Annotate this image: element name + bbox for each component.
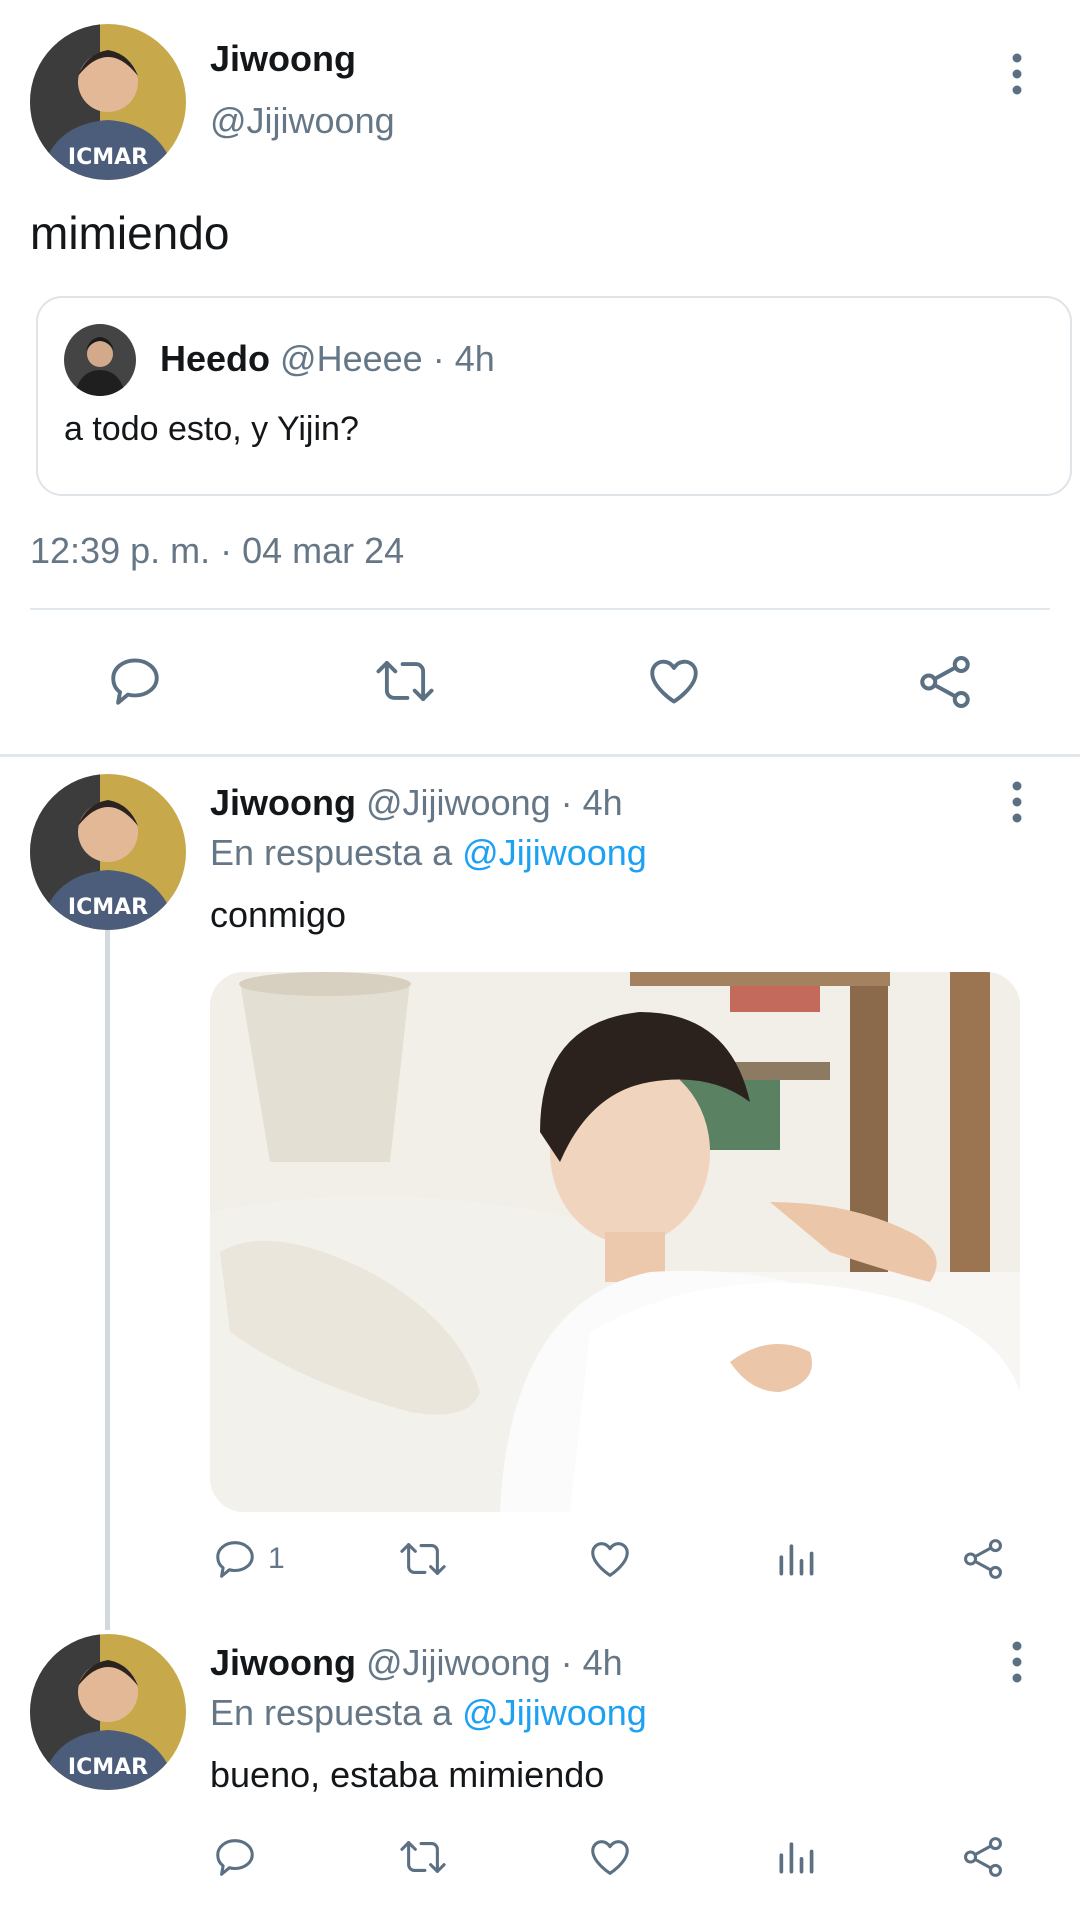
section-divider — [0, 754, 1080, 757]
like-icon[interactable] — [644, 652, 704, 710]
reply-context: En respuesta a — [210, 832, 453, 873]
analytics-icon[interactable] — [774, 1536, 818, 1582]
quoted-text: a todo esto, y Yijin? — [64, 410, 359, 448]
author-handle[interactable]: @Jijiwoong — [366, 1642, 551, 1683]
reply-icon[interactable] — [212, 1536, 258, 1582]
tweet-text: bueno, estaba mimiendo — [210, 1754, 605, 1795]
author-name[interactable]: Jiwoong — [210, 38, 356, 80]
tweet-media-image[interactable] — [210, 972, 1020, 1512]
share-icon[interactable] — [960, 1834, 1006, 1880]
quoted-author-handle[interactable]: @Heeee — [280, 338, 423, 379]
avatar[interactable]: ICMAR — [30, 24, 186, 180]
more-options-icon[interactable] — [1002, 52, 1032, 100]
reply-context: En respuesta a — [210, 1692, 453, 1733]
quoted-avatar[interactable] — [64, 324, 136, 396]
reply-to-link[interactable]: @Jijiwoong — [462, 1692, 647, 1733]
svg-text:ICMAR: ICMAR — [68, 145, 148, 170]
avatar[interactable]: ICMAR — [30, 1634, 186, 1790]
tweet-timestamp: 12:39 p. m. · 04 mar 24 — [30, 530, 405, 571]
quoted-author-name[interactable]: Heedo — [160, 338, 270, 379]
tweet-time: · 4h — [560, 1642, 623, 1683]
avatar[interactable]: ICMAR — [30, 774, 186, 930]
like-icon[interactable] — [586, 1536, 634, 1582]
divider — [30, 608, 1050, 610]
author-name[interactable]: Jiwoong — [210, 782, 356, 823]
reply-count: 1 — [268, 1542, 285, 1575]
retweet-icon[interactable] — [396, 1834, 450, 1880]
author-handle[interactable]: @Jijiwoong — [366, 782, 551, 823]
retweet-icon[interactable] — [372, 652, 438, 710]
analytics-icon[interactable] — [774, 1834, 818, 1880]
retweet-icon[interactable] — [396, 1536, 450, 1582]
share-icon[interactable] — [960, 1536, 1006, 1582]
reply-icon[interactable] — [106, 652, 164, 710]
like-icon[interactable] — [586, 1834, 634, 1880]
author-handle[interactable]: @Jijiwoong — [210, 100, 395, 142]
author-name[interactable]: Jiwoong — [210, 1642, 356, 1683]
more-options-icon[interactable] — [1002, 1640, 1032, 1688]
tweet-time: · 4h — [560, 782, 623, 823]
svg-text:ICMAR: ICMAR — [68, 895, 148, 920]
svg-text:ICMAR: ICMAR — [68, 1755, 148, 1780]
more-options-icon[interactable] — [1002, 780, 1032, 828]
tweet-text: conmigo — [210, 894, 347, 935]
tweet-text: mimiendo — [30, 207, 230, 259]
reply-icon[interactable] — [212, 1834, 258, 1880]
quoted-time: · 4h — [432, 338, 495, 379]
thread-line — [105, 930, 110, 1630]
share-icon[interactable] — [914, 652, 976, 712]
reply-to-link[interactable]: @Jijiwoong — [462, 832, 647, 873]
quoted-tweet-card[interactable]: Heedo @Heeee · 4h a todo esto, y Yijin? — [36, 296, 1072, 496]
